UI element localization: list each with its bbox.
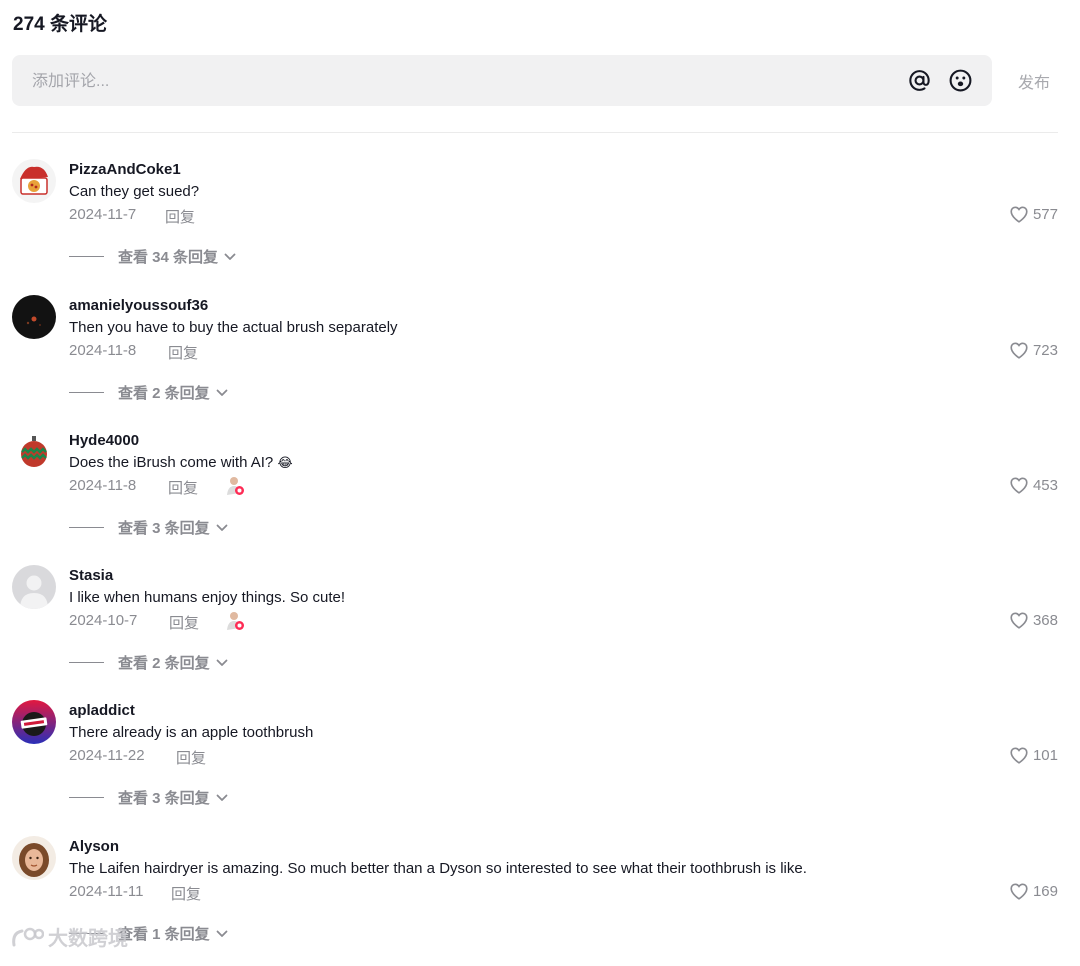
like-button[interactable]: 723 <box>1009 341 1058 359</box>
emoji-icon[interactable] <box>948 68 973 93</box>
laughing-emoji: 😂 <box>277 455 293 470</box>
chevron-down-icon <box>216 524 228 531</box>
like-button[interactable]: 101 <box>1009 746 1058 764</box>
replies-divider-line <box>69 662 104 663</box>
apple-avatar[interactable] <box>12 700 56 744</box>
view-replies-label: 查看 34 条回复 <box>118 249 219 266</box>
reply-button[interactable]: 回复 <box>165 206 195 227</box>
reply-button[interactable]: 回复 <box>176 747 206 768</box>
like-button[interactable]: 453 <box>1009 476 1058 494</box>
chevron-down-icon <box>216 659 228 666</box>
replies-divider-line <box>69 256 104 257</box>
post-button[interactable]: 发布 <box>1018 69 1050 93</box>
view-replies-button[interactable]: 查看 2 条回复 <box>69 652 228 673</box>
chevron-down-icon <box>216 930 228 937</box>
view-replies-label: 查看 3 条回复 <box>118 790 210 807</box>
heart-icon <box>1010 342 1028 359</box>
like-button[interactable]: 169 <box>1009 882 1058 900</box>
night-avatar[interactable] <box>12 295 56 339</box>
heart-icon <box>1010 206 1028 223</box>
view-replies-label: 查看 2 条回复 <box>118 655 210 672</box>
watermark-text: 大数跨境 <box>48 928 128 950</box>
comment-text-content: Then you have to buy the actual brush se… <box>69 319 398 336</box>
comment-text: Can they get sued? <box>69 183 199 200</box>
view-replies-button[interactable]: 查看 2 条回复 <box>69 382 228 403</box>
heart-icon <box>1010 883 1028 900</box>
comment-date: 2024-11-8 <box>69 342 137 359</box>
comment-date: 2024-11-7 <box>69 206 137 223</box>
reply-button[interactable]: 回复 <box>171 883 201 904</box>
comment-text-content: Does the iBrush come with AI? <box>69 454 278 471</box>
comment-text-content: I like when humans enjoy things. So cute… <box>69 589 345 606</box>
comment-text-content: Can they get sued? <box>69 183 200 200</box>
chevron-down-icon <box>216 794 228 801</box>
view-replies-label: 查看 2 条回复 <box>118 385 210 402</box>
view-replies-button[interactable]: 查看 3 条回复 <box>69 517 228 538</box>
comment-date: 2024-10-7 <box>69 612 138 629</box>
comment-username[interactable]: Hyde4000 <box>69 432 139 449</box>
like-count: 723 <box>1032 341 1058 359</box>
chevron-down-icon <box>224 253 236 260</box>
watermark-logo-icon <box>12 927 44 946</box>
comment-item: Hyde4000 Does the iBrush come with AI? 😂… <box>0 430 1080 560</box>
comment-text: There already is an apple toothbrush <box>69 724 313 741</box>
creator-liked-icon <box>227 612 244 630</box>
reply-button[interactable]: 回复 <box>168 342 198 363</box>
creator-liked-icon <box>227 477 244 495</box>
chevron-down-icon <box>216 389 228 396</box>
like-button[interactable]: 368 <box>1009 611 1058 629</box>
heart-icon <box>1010 477 1028 494</box>
comment-text-content: There already is an apple toothbrush <box>69 724 314 741</box>
comment-input[interactable] <box>30 55 894 108</box>
pizza-avatar[interactable] <box>12 159 56 203</box>
comment-text: Does the iBrush come with AI? 😂 <box>69 454 293 471</box>
view-replies-label: 查看 1 条回复 <box>118 926 210 943</box>
comment-text: I like when humans enjoy things. So cute… <box>69 589 345 606</box>
comment-item: amanielyoussouf36 Then you have to buy t… <box>0 295 1080 425</box>
like-count: 577 <box>1032 205 1058 223</box>
comment-username[interactable]: Alyson <box>69 838 119 855</box>
replies-divider-line <box>69 527 104 528</box>
like-count: 169 <box>1032 882 1058 900</box>
like-count: 368 <box>1032 611 1058 629</box>
comment-item: apladdict There already is an apple toot… <box>0 700 1080 830</box>
heart-icon <box>1010 747 1028 764</box>
at-icon[interactable] <box>907 68 932 93</box>
comment-date: 2024-11-8 <box>69 477 137 494</box>
comment-date: 2024-11-11 <box>69 883 144 900</box>
view-replies-button[interactable]: 查看 34 条回复 <box>69 246 236 267</box>
view-replies-button[interactable]: 查看 3 条回复 <box>69 787 228 808</box>
comments-count-title: 274 条评论 <box>13 14 107 35</box>
like-count: 101 <box>1032 746 1058 764</box>
ornament-avatar[interactable] <box>12 430 56 474</box>
comment-text: Then you have to buy the actual brush se… <box>69 319 398 336</box>
like-count: 453 <box>1032 476 1058 494</box>
comment-date: 2024-11-22 <box>69 747 145 764</box>
comment-username[interactable]: Stasia <box>69 567 113 584</box>
watermark: 大数跨境 <box>10 922 128 951</box>
comment-item: Alyson The Laifen hairdryer is amazing. … <box>0 836 1080 966</box>
comment-item: PizzaAndCoke1 Can they get sued? 2024-11… <box>0 159 1080 289</box>
heart-icon <box>1010 612 1028 629</box>
divider <box>12 132 1058 133</box>
comment-text: The Laifen hairdryer is amazing. So much… <box>69 860 807 877</box>
replies-divider-line <box>69 797 104 798</box>
comment-composer <box>12 55 992 108</box>
reply-button[interactable]: 回复 <box>169 612 199 633</box>
reply-button[interactable]: 回复 <box>168 477 198 498</box>
memoji-avatar[interactable] <box>12 836 56 880</box>
comment-username[interactable]: PizzaAndCoke1 <box>69 161 181 178</box>
comment-text-content: The Laifen hairdryer is amazing. So much… <box>69 860 807 877</box>
replies-divider-line <box>69 392 104 393</box>
comment-username[interactable]: amanielyoussouf36 <box>69 297 208 314</box>
view-replies-label: 查看 3 条回复 <box>118 520 210 537</box>
comment-username[interactable]: apladdict <box>69 702 135 719</box>
default-avatar[interactable] <box>12 565 56 609</box>
like-button[interactable]: 577 <box>1009 205 1058 223</box>
comment-item: Stasia I like when humans enjoy things. … <box>0 565 1080 695</box>
